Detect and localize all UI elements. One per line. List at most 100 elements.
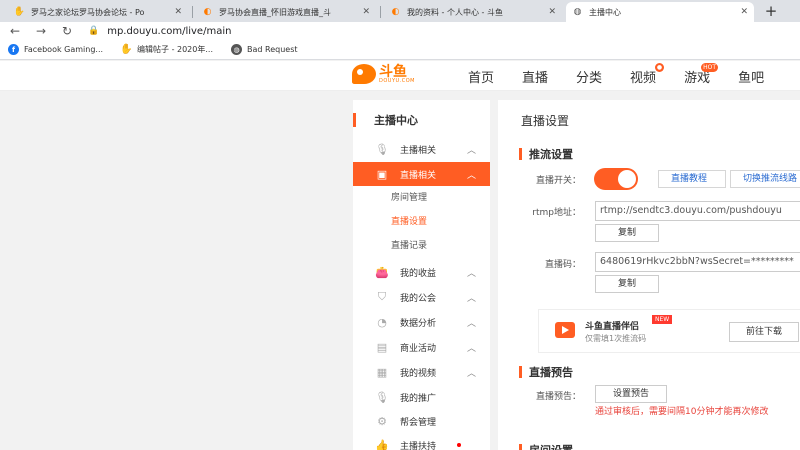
- section-room-settings: 房间设置: [519, 442, 573, 450]
- tab-title: 我的资料 - 个人中心 - 斗鱼: [407, 7, 503, 17]
- browser-tab-1[interactable]: ✋ 罗马之家论坛罗马协会论坛 - Po ✕: [8, 2, 188, 22]
- calendar-icon: ▦: [376, 365, 388, 379]
- nav-games[interactable]: 游戏 HOT: [684, 63, 719, 86]
- douyu-logo[interactable]: 斗鱼 DOUYU.COM: [352, 64, 415, 84]
- nav-fishbar[interactable]: 鱼吧: [738, 67, 764, 86]
- bookmark-label: Facebook Gaming...: [24, 45, 104, 54]
- section-live-preview: 直播预告: [519, 364, 573, 380]
- preview-warning-text: 通过审核后，需要间隔10分钟才能再次修改: [595, 407, 769, 417]
- promo-subtitle: 仅需填1次推流码: [585, 334, 647, 343]
- tab-separator: [192, 6, 193, 18]
- nav-home[interactable]: 首页: [468, 67, 494, 86]
- play-icon: [555, 322, 575, 338]
- new-badge: NEW: [652, 315, 673, 324]
- sidebar-item-live[interactable]: ▣ 直播相关 ︿: [353, 162, 490, 186]
- sidebar-item-label: 我的视频: [400, 368, 437, 379]
- switch-label: 直播开关：: [535, 176, 581, 186]
- sidebar-item-label: 数据分析: [400, 318, 437, 329]
- copy-code-button[interactable]: 复制: [595, 275, 659, 293]
- copy-rtmp-button[interactable]: 复制: [595, 224, 659, 242]
- sidebar-item-guild[interactable]: ⛉ 我的公会 ︿: [353, 285, 490, 309]
- globe-icon: ◍: [573, 7, 582, 17]
- main-panel: 直播设置 推流设置 直播开关： 直播教程 切换推流线路 rtmp地址： rtmp…: [498, 100, 800, 450]
- facebook-icon: f: [8, 44, 19, 55]
- sidebar-item-label: 商业活动: [400, 343, 437, 354]
- sidebar-item-label: 我的公会: [400, 293, 437, 304]
- sidebar-sub-room-manage[interactable]: 房间管理: [391, 186, 427, 210]
- microphone-icon: 🎙: [375, 390, 389, 404]
- url-input[interactable]: mp.douyu.com/live/main: [107, 26, 231, 37]
- address-bar: ← → ↻ 🔒 mp.douyu.com/live/main: [0, 22, 800, 40]
- toggle-knob: [618, 170, 636, 188]
- companion-promo-card: 斗鱼直播伴侣 NEW 仅需填1次推流码 前往下载: [538, 309, 800, 353]
- browser-tab-3[interactable]: ◐ 我的资料 - 个人中心 - 斗鱼 ✕: [384, 2, 562, 22]
- rtmp-address-field[interactable]: rtmp://sendtc3.douyu.com/pushdouyu: [595, 201, 800, 221]
- set-preview-button[interactable]: 设置预告: [595, 385, 667, 403]
- microphone-icon: 🎙: [375, 142, 389, 156]
- hand-icon: ✋: [13, 7, 26, 17]
- stream-code-label: 直播码：: [544, 260, 581, 270]
- close-icon[interactable]: ✕: [740, 7, 748, 17]
- browser-tab-4[interactable]: ◍ 主播中心 ✕: [566, 2, 754, 22]
- bookmark-edit-post[interactable]: ✋ 编辑帖子 - 2020年...: [120, 44, 213, 55]
- sidebar-item-label: 直播相关: [400, 170, 437, 181]
- douyu-icon: ◐: [203, 7, 212, 17]
- switch-line-link[interactable]: 切换推流线路: [730, 170, 800, 188]
- sidebar: 主播中心 🎙 主播相关 ︿ ▣ 直播相关 ︿ 房间管理 直播设置 直播记录 👛 …: [353, 100, 490, 450]
- download-button[interactable]: 前往下载: [729, 322, 799, 342]
- site-header: 斗鱼 DOUYU.COM 首页 直播 分类 视频 ● 游戏 HOT 鱼吧: [0, 61, 800, 91]
- shield-icon: ⛉: [377, 290, 387, 303]
- sidebar-sub-live-records[interactable]: 直播记录: [391, 234, 427, 258]
- forward-arrow-icon[interactable]: →: [30, 24, 52, 38]
- bookmark-label: 编辑帖子 - 2020年...: [137, 45, 213, 54]
- close-icon[interactable]: ✕: [548, 7, 556, 17]
- back-arrow-icon[interactable]: ←: [4, 24, 26, 38]
- bookmark-label: Bad Request: [247, 45, 298, 54]
- sidebar-sub-live-settings[interactable]: 直播设置: [391, 210, 427, 234]
- chevron-up-icon: ︿: [466, 368, 476, 379]
- wallet-icon: 👛: [375, 265, 389, 279]
- sidebar-item-gang[interactable]: ⚙ 帮会管理: [353, 409, 490, 433]
- bookmarks-bar: f Facebook Gaming... ✋ 编辑帖子 - 2020年... ◍…: [0, 40, 800, 60]
- sidebar-item-support[interactable]: 👍 主播扶持: [353, 433, 490, 450]
- tab-title: 罗马协会直播_怀旧游戏直播_斗: [219, 7, 331, 17]
- close-icon[interactable]: ✕: [362, 7, 370, 17]
- chevron-up-icon: ︿: [466, 343, 476, 354]
- fish-logo-icon: [352, 64, 376, 84]
- sidebar-item-business[interactable]: ▤ 商业活动 ︿: [353, 335, 490, 359]
- bookmark-facebook-gaming[interactable]: f Facebook Gaming...: [8, 44, 103, 55]
- gear-icon: ⚙: [377, 414, 387, 428]
- section-stream-settings: 推流设置: [519, 146, 573, 162]
- hot-badge: HOT: [701, 63, 719, 72]
- sidebar-item-analytics[interactable]: ◔ 数据分析 ︿: [353, 310, 490, 334]
- close-icon[interactable]: ✕: [174, 7, 182, 17]
- chevron-up-icon: ︿: [466, 268, 476, 279]
- stream-code-field[interactable]: 6480619rHkvc2bbN?wsSecret=*********: [595, 252, 800, 272]
- nav-live[interactable]: 直播: [522, 67, 548, 86]
- sidebar-item-label: 我的收益: [400, 268, 437, 279]
- sidebar-item-income[interactable]: 👛 我的收益 ︿: [353, 260, 490, 284]
- new-tab-button[interactable]: +: [762, 2, 780, 20]
- browser-tab-2[interactable]: ◐ 罗马协会直播_怀旧游戏直播_斗 ✕: [196, 2, 376, 22]
- sidebar-item-videos[interactable]: ▦ 我的视频 ︿: [353, 360, 490, 384]
- chevron-up-icon: ︿: [466, 170, 476, 181]
- bookmark-bad-request[interactable]: ◍ Bad Request: [231, 44, 298, 55]
- nav-category[interactable]: 分类: [576, 67, 602, 86]
- live-tutorial-link[interactable]: 直播教程: [658, 170, 726, 188]
- sidebar-item-anchor[interactable]: 🎙 主播相关 ︿: [353, 137, 490, 161]
- live-switch-toggle[interactable]: [594, 168, 638, 190]
- nav-video[interactable]: 视频 ●: [630, 63, 665, 86]
- sidebar-title: 主播中心: [353, 113, 418, 127]
- nav-video-badge: ●: [654, 63, 665, 72]
- logo-subtext: DOUYU.COM: [379, 77, 415, 84]
- reload-icon[interactable]: ↻: [56, 24, 78, 38]
- douyu-icon: ◐: [391, 7, 400, 17]
- chevron-up-icon: ︿: [466, 145, 476, 156]
- logo-text: 斗鱼: [379, 63, 407, 80]
- sidebar-item-promotion[interactable]: 🎙 我的推广: [353, 385, 490, 409]
- lock-icon[interactable]: 🔒: [88, 26, 99, 36]
- sidebar-item-label: 帮会管理: [400, 417, 437, 428]
- rtmp-label: rtmp地址：: [532, 208, 581, 218]
- notification-dot: [457, 443, 461, 447]
- browser-tab-bar: ✋ 罗马之家论坛罗马协会论坛 - Po ✕ ◐ 罗马协会直播_怀旧游戏直播_斗 …: [0, 0, 800, 22]
